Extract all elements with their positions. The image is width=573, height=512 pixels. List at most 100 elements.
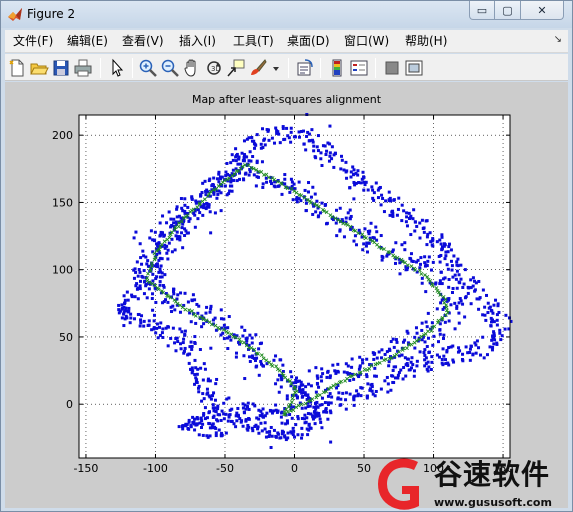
scan-point [423, 255, 427, 259]
scan-point [142, 292, 146, 296]
scan-point [241, 406, 245, 410]
scan-point [213, 398, 217, 402]
scan-point [412, 208, 416, 212]
scan-point [399, 368, 403, 372]
scan-point [219, 209, 223, 213]
scan-point [404, 220, 408, 224]
scan-point [189, 320, 193, 324]
scan-point [353, 234, 357, 238]
scan-point [229, 161, 233, 165]
scan-point [387, 364, 391, 368]
scan-point [291, 426, 295, 430]
scan-point [303, 188, 307, 192]
scan-point [261, 146, 265, 150]
scan-point [217, 172, 221, 176]
scan-point [264, 176, 268, 180]
scan-point [360, 358, 364, 362]
scan-point [356, 169, 360, 173]
scan-point [359, 386, 363, 390]
scan-point [315, 400, 319, 404]
scan-point [319, 157, 323, 161]
scan-point [252, 356, 256, 360]
scan-point [277, 132, 281, 136]
scan-point [263, 414, 267, 418]
scan-point [413, 229, 417, 233]
scan-point [386, 390, 390, 394]
scan-point [127, 306, 131, 310]
scan-point [483, 313, 487, 317]
scan-point [365, 241, 369, 245]
scan-point [390, 374, 394, 378]
scan-point [261, 182, 265, 186]
scan-point [300, 436, 304, 440]
scan-point [257, 373, 261, 377]
scan-point [335, 208, 339, 212]
scan-point [285, 394, 289, 398]
scan-point [435, 307, 439, 311]
scan-point [170, 310, 174, 314]
scan-point [340, 154, 344, 158]
scan-point [329, 440, 333, 444]
scan-point [379, 387, 383, 391]
scan-point [318, 403, 322, 407]
scan-point [274, 126, 278, 130]
scan-point [232, 178, 236, 182]
scan-point [255, 364, 259, 368]
scan-point [134, 230, 138, 234]
scan-point [193, 428, 197, 432]
scan-point [395, 340, 399, 344]
scan-point [316, 134, 320, 138]
scan-point [405, 215, 409, 219]
scan-point [170, 237, 174, 241]
scan-point [255, 133, 259, 137]
scan-point [230, 189, 234, 193]
scan-point [329, 401, 333, 405]
scan-point [268, 430, 272, 434]
scan-point [375, 230, 379, 234]
scan-point [455, 263, 459, 267]
scan-point [189, 424, 193, 428]
scan-point [247, 173, 251, 177]
scan-point [330, 145, 334, 149]
scan-point [157, 325, 161, 329]
scan-point [402, 366, 406, 370]
scan-point [441, 336, 445, 340]
scan-point [469, 302, 473, 306]
scan-point [428, 231, 432, 235]
scan-point [261, 185, 265, 189]
scan-point [159, 230, 163, 234]
scan-point [304, 385, 308, 389]
scatter-plot[interactable]: -150 -100 -50 0 50 100 150050100150200 [0, 0, 573, 512]
scan-point [183, 346, 187, 350]
scan-point [401, 377, 405, 381]
watermark-banner: 谷速软件 www.gususoft.com [374, 456, 573, 512]
scan-point [304, 420, 308, 424]
scan-point [276, 130, 280, 134]
scan-point [230, 420, 234, 424]
scan-point [120, 316, 124, 320]
scan-point [304, 201, 308, 205]
scan-point [201, 213, 205, 217]
x-tick-label: -150 [73, 462, 98, 475]
scan-point [224, 431, 228, 435]
scan-point [371, 392, 375, 396]
scan-point [274, 434, 278, 438]
scan-point [304, 406, 308, 410]
scan-point [183, 209, 187, 213]
scan-point [328, 154, 332, 158]
scan-point [214, 426, 218, 430]
scan-point [452, 254, 456, 258]
scan-point [324, 153, 328, 157]
scan-point [423, 353, 427, 357]
scan-point [236, 413, 240, 417]
scan-point [439, 301, 443, 305]
scan-point [303, 391, 307, 395]
scan-point [201, 433, 205, 437]
scan-point [398, 272, 402, 276]
scan-point [197, 304, 201, 308]
scan-point [457, 321, 461, 325]
scan-point [180, 231, 184, 235]
scan-point [421, 226, 425, 230]
scan-point [468, 347, 472, 351]
scan-point [306, 433, 310, 437]
